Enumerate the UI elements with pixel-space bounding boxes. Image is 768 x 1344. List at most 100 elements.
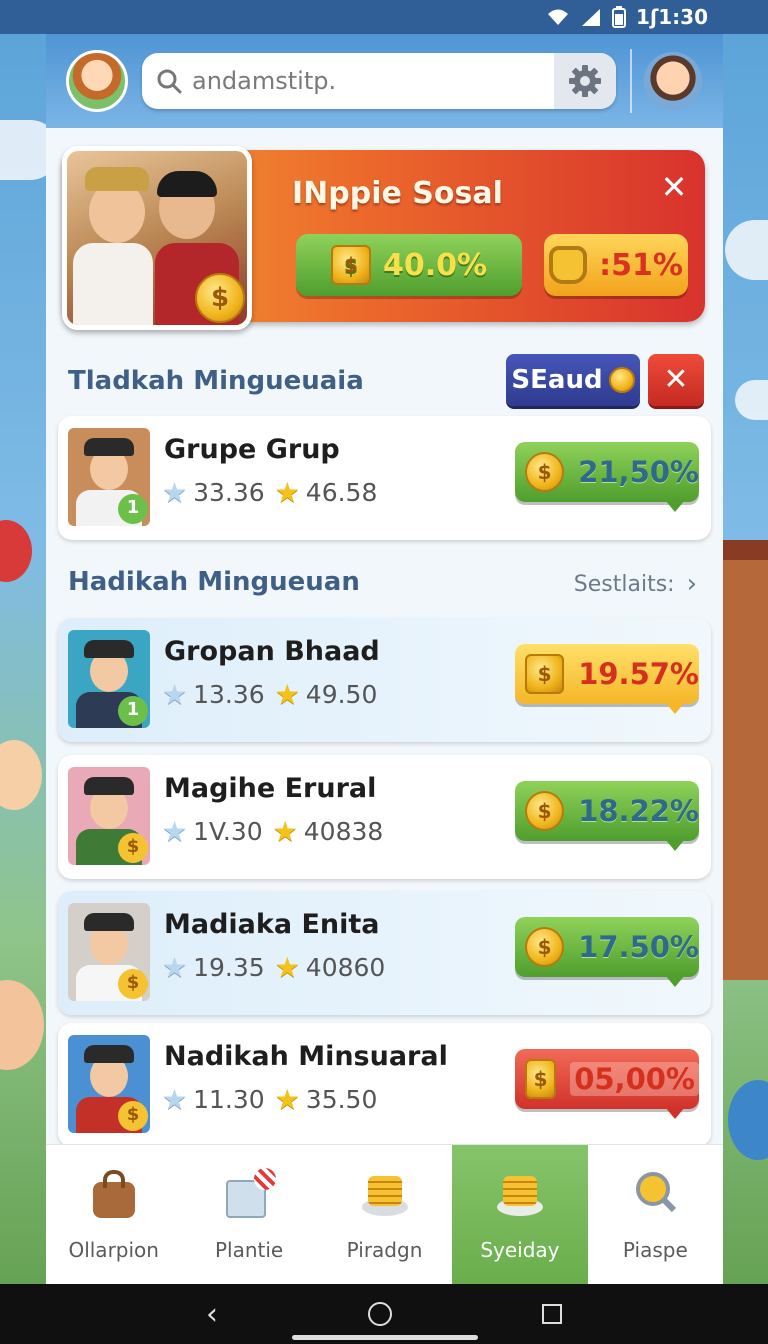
- user-avatar[interactable]: [66, 50, 128, 112]
- see-all-link[interactable]: Sestlaits: ›: [574, 569, 697, 599]
- nav-item-ollarpion[interactable]: Ollarpion: [46, 1145, 181, 1284]
- rate-badge[interactable]: $ 17.50%: [515, 917, 699, 987]
- item-badge: $: [118, 1101, 148, 1131]
- coin-icon: $: [525, 654, 565, 694]
- star-icon: ★: [274, 1083, 300, 1116]
- rate-badge[interactable]: $ 18.22%: [515, 781, 699, 851]
- rate-value: 19.57%: [578, 657, 699, 691]
- home-indicator: [292, 1335, 478, 1340]
- background-cloud: [735, 380, 768, 420]
- coin-icon: $: [525, 1059, 557, 1099]
- signal-icon: [582, 9, 601, 26]
- list-item[interactable]: $ Madiaka Enita ★ 19.35 ★ 40860 $ 17.50%: [58, 891, 711, 1015]
- list-item[interactable]: 1 Grupe Grup ★ 33.36 ★ 46.58 $ 21,50%: [58, 416, 711, 540]
- item-badge: $: [118, 833, 148, 863]
- nav-item-plantie[interactable]: Plantie: [181, 1145, 316, 1284]
- item-stat-2: 40838: [303, 817, 384, 846]
- item-badge: $: [118, 969, 148, 999]
- system-navigation: ‹: [0, 1284, 768, 1344]
- coin-stack-icon: [493, 1168, 547, 1220]
- item-stats: ★ 13.36 ★ 49.50: [162, 678, 377, 711]
- star-icon: ★: [162, 815, 188, 848]
- item-thumbnail: 1: [68, 630, 150, 728]
- item-name: Nadikah Minsuaral: [164, 1041, 448, 1072]
- item-name: Madiaka Enita: [164, 909, 380, 940]
- sound-button[interactable]: SEaud: [506, 354, 640, 406]
- close-icon[interactable]: ✕: [657, 170, 691, 204]
- dismiss-button[interactable]: ✕: [648, 354, 704, 406]
- coin-icon: [608, 367, 635, 393]
- item-stats: ★ 19.35 ★ 40860: [162, 951, 385, 984]
- background-house: [720, 560, 768, 980]
- promo-value-yellow[interactable]: :51%: [544, 234, 688, 296]
- item-stat-1: 33.36: [193, 478, 265, 507]
- coin-icon: $: [525, 791, 565, 831]
- search-icon: [157, 69, 182, 94]
- nav-item-syeiday[interactable]: Syeiday: [452, 1145, 588, 1284]
- bottom-navigation: Ollarpion Plantie Piradgn Syeiday Piaspe: [46, 1144, 723, 1284]
- promo-value-green[interactable]: $ 40.0%: [296, 234, 522, 296]
- star-icon: ★: [162, 951, 188, 984]
- section-title: Tladkah Minguеuaia: [68, 366, 364, 396]
- item-stats: ★ 33.36 ★ 46.58: [162, 476, 377, 509]
- item-stat-2: 46.58: [305, 478, 378, 507]
- status-time: 1ʃ1:30: [636, 5, 708, 29]
- lock-coin-icon: [549, 246, 588, 284]
- list-item[interactable]: $ Magihe Erural ★ 1V.30 ★ 40838 $ 18.22%: [58, 755, 711, 879]
- star-icon: ★: [274, 951, 300, 984]
- coin-icon: $: [195, 273, 245, 323]
- gear-icon: [569, 65, 601, 97]
- see-all-label: Sestlaits:: [573, 571, 675, 597]
- settings-button[interactable]: [554, 53, 616, 109]
- rate-badge[interactable]: $ 19.57%: [515, 644, 699, 714]
- sound-button-label: SEaud: [511, 365, 603, 395]
- home-icon[interactable]: [368, 1302, 392, 1326]
- star-icon: ★: [162, 678, 188, 711]
- nav-item-piradgn[interactable]: Piradgn: [317, 1145, 452, 1284]
- list-item[interactable]: 1 Gropan Bhaad ★ 13.36 ★ 49.50 $ 19.57%: [58, 618, 711, 742]
- nav-label: Ollarpion: [68, 1237, 159, 1262]
- item-stat-1: 1V.30: [193, 817, 263, 846]
- chevron-right-icon: ›: [686, 569, 697, 599]
- item-name: Magihe Erural: [164, 773, 377, 804]
- app-screen: andamstitp. $ INppie Sosal ✕ $ 40.0%:51…: [46, 34, 723, 1284]
- nav-label: Syeiday: [480, 1237, 560, 1262]
- promo-value-green-text: 40.0%: [382, 247, 488, 283]
- coin-icon: $: [525, 452, 565, 492]
- background-sign: [0, 520, 32, 582]
- item-stat-2: 49.50: [305, 680, 378, 709]
- profile-button[interactable]: [644, 52, 702, 110]
- item-name: Gropan Bhaad: [164, 636, 380, 667]
- status-bar: 1ʃ1:30: [0, 0, 768, 34]
- item-thumbnail: $: [68, 767, 150, 865]
- coin-stack-icon: [358, 1168, 412, 1220]
- search-bar[interactable]: andamstitp.: [142, 53, 616, 109]
- divider: [630, 49, 632, 113]
- item-name: Grupe Grup: [164, 434, 340, 465]
- background-character: [0, 740, 42, 810]
- nav-label: Piaspe: [622, 1237, 688, 1262]
- promo-banner[interactable]: $ INppie Sosal ✕ $ 40.0% :51%: [62, 146, 705, 330]
- rate-badge[interactable]: $ 21,50%: [515, 442, 699, 512]
- item-thumbnail: $: [68, 1035, 150, 1133]
- item-thumbnail: 1: [68, 428, 150, 526]
- nav-item-piaspe[interactable]: Piaspe: [588, 1145, 723, 1284]
- star-icon: ★: [274, 476, 300, 509]
- item-stat-2: 35.50: [305, 1085, 378, 1114]
- promo-value-yellow-text: :51%: [599, 247, 683, 283]
- nav-label: Plantie: [214, 1237, 284, 1262]
- recents-icon[interactable]: [542, 1304, 562, 1324]
- item-stat-1: 11.30: [193, 1085, 265, 1114]
- search-input[interactable]: andamstitp.: [192, 67, 336, 95]
- coin-icon: $: [330, 245, 371, 285]
- background-cloud: [725, 220, 768, 280]
- background-character: [0, 980, 44, 1070]
- top-bar: andamstitp.: [46, 34, 723, 128]
- item-stat-1: 19.35: [193, 953, 265, 982]
- rate-value: 05,00%: [570, 1062, 699, 1096]
- list-item[interactable]: $ Nadikah Minsuaral ★ 11.30 ★ 35.50 $ 05…: [58, 1023, 711, 1147]
- star-icon: ★: [272, 815, 298, 848]
- star-icon: ★: [162, 1083, 188, 1116]
- back-icon[interactable]: ‹: [206, 1297, 218, 1332]
- rate-badge[interactable]: $ 05,00%: [515, 1049, 699, 1119]
